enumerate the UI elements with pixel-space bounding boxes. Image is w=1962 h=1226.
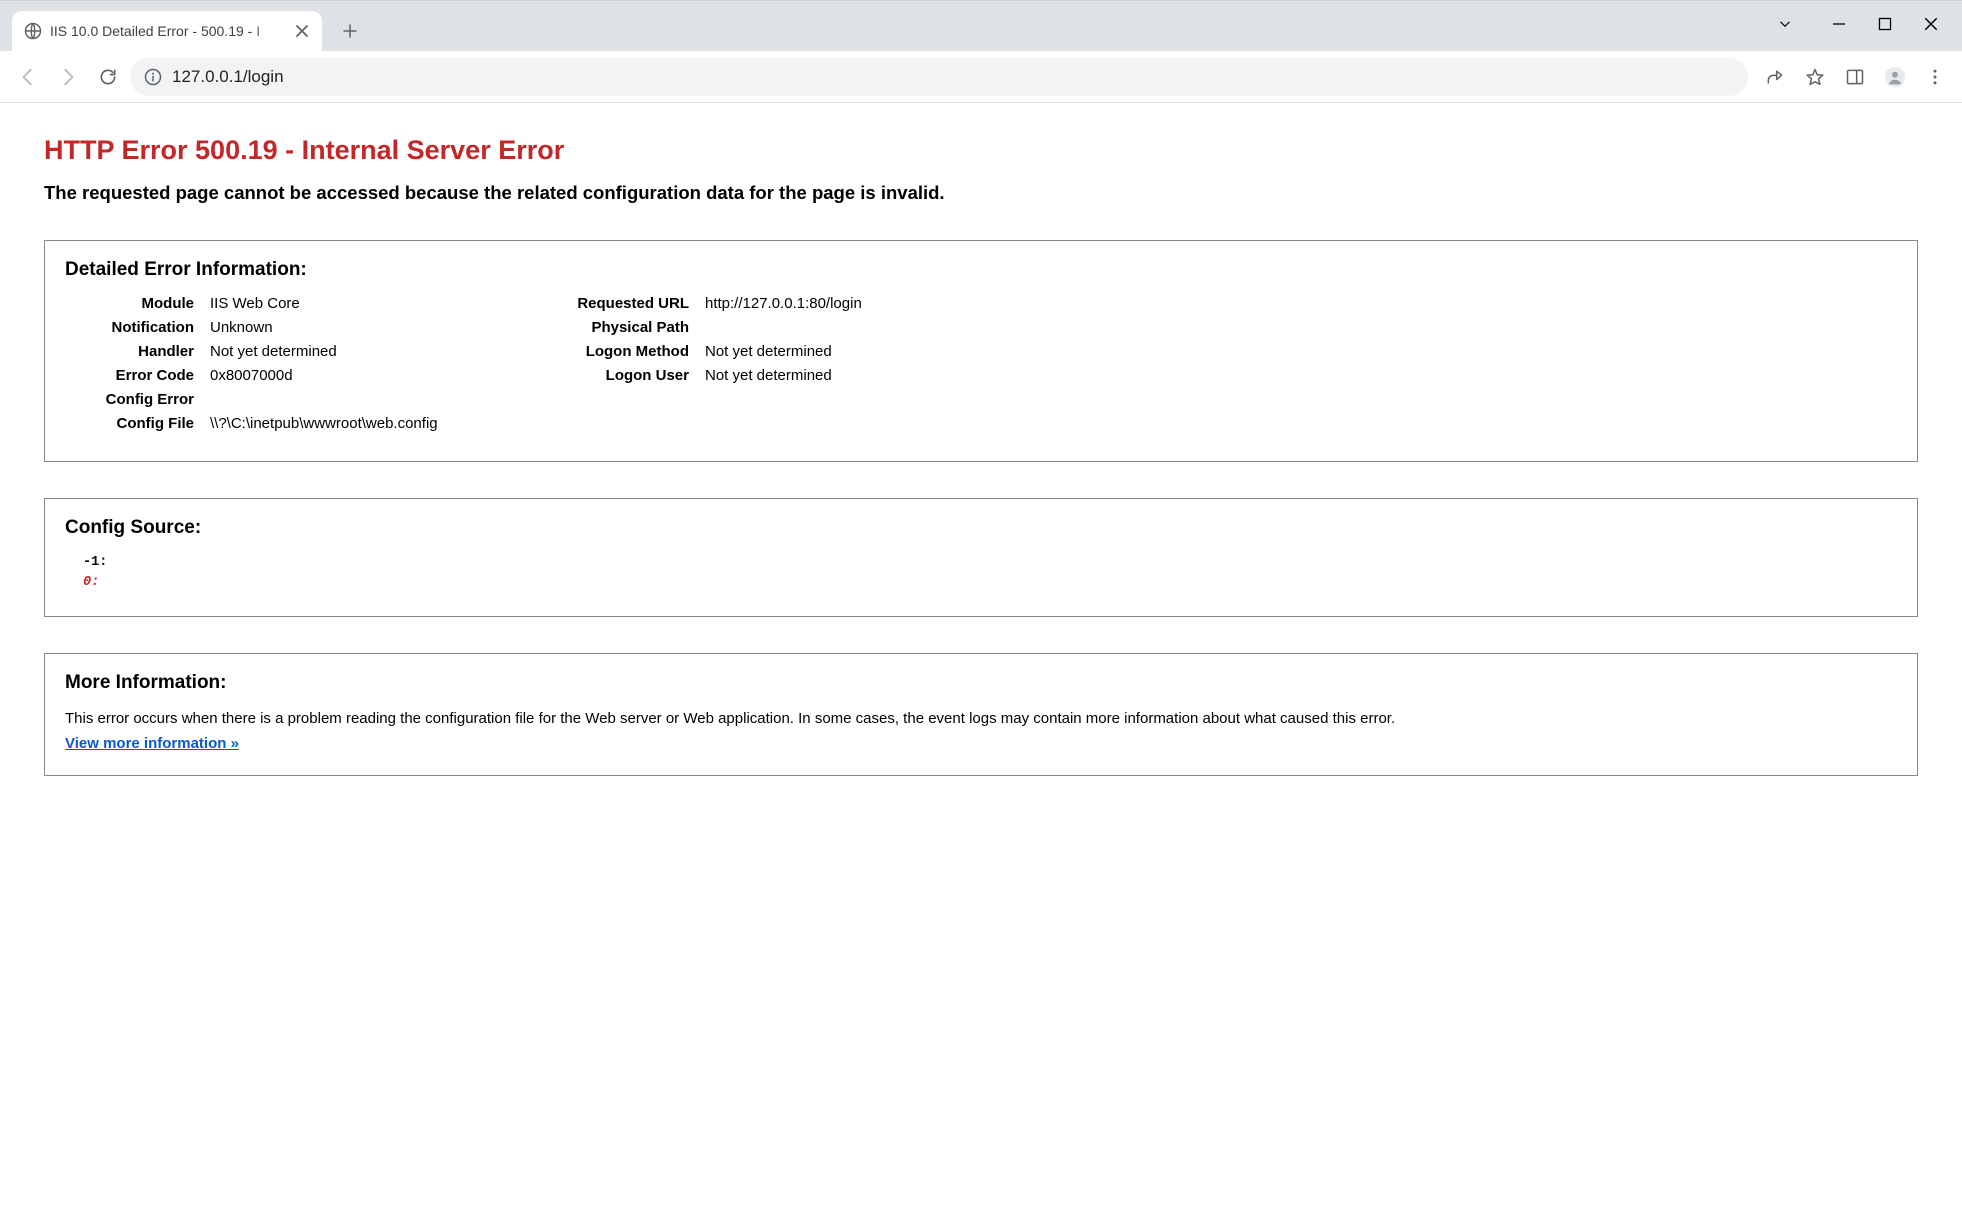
detail-row: Requested URLhttp://127.0.0.1:80/login: [515, 295, 1075, 312]
detail-key: Requested URL: [515, 295, 705, 312]
config-line-1: -1:: [83, 553, 1897, 573]
tab-strip: IIS 10.0 Detailed Error - 500.19 - I: [0, 1, 1962, 51]
address-bar[interactable]: 127.0.0.1/login: [130, 58, 1748, 96]
back-button[interactable]: [10, 59, 46, 95]
more-information-box: More Information: This error occurs when…: [44, 653, 1918, 777]
page-viewport[interactable]: HTTP Error 500.19 - Internal Server Erro…: [0, 103, 1962, 1226]
window-close-button[interactable]: [1922, 15, 1940, 33]
globe-icon: [24, 22, 42, 40]
side-panel-icon[interactable]: [1844, 66, 1866, 88]
detail-row: NotificationUnknown: [65, 319, 515, 336]
detail-key: Config File: [65, 415, 210, 432]
detail-key: Handler: [65, 343, 210, 360]
share-icon[interactable]: [1764, 66, 1786, 88]
detail-value: Not yet determined: [705, 343, 832, 360]
detail-key: Physical Path: [515, 319, 705, 336]
detail-key: Logon User: [515, 367, 705, 384]
error-title: HTTP Error 500.19 - Internal Server Erro…: [44, 135, 1918, 166]
toolbar-actions: [1752, 66, 1952, 88]
detail-row: HandlerNot yet determined: [65, 343, 515, 360]
detail-row: Physical Path: [515, 319, 1075, 336]
browser-toolbar: 127.0.0.1/login: [0, 51, 1962, 103]
tab-close-icon[interactable]: [294, 23, 310, 39]
reload-button[interactable]: [90, 59, 126, 95]
browser-tab[interactable]: IIS 10.0 Detailed Error - 500.19 - I: [12, 11, 322, 51]
config-line-2: 0:: [83, 573, 1897, 593]
window-maximize-button[interactable]: [1876, 15, 1894, 33]
new-tab-button[interactable]: [336, 17, 364, 45]
detail-key: Error Code: [65, 367, 210, 384]
config-source-box: Config Source: -1: 0:: [44, 498, 1918, 617]
window-controls: [1784, 1, 1962, 33]
tab-title: IIS 10.0 Detailed Error - 500.19 - I: [50, 23, 286, 39]
profile-icon[interactable]: [1884, 66, 1906, 88]
more-information-text: This error occurs when there is a proble…: [65, 708, 1897, 730]
more-information-heading: More Information:: [65, 672, 1897, 694]
detail-value: Unknown: [210, 319, 273, 336]
detail-value: IIS Web Core: [210, 295, 300, 312]
detail-row: Config File\\?\C:\inetpub\wwwroot\web.co…: [65, 415, 515, 432]
detail-row: Logon MethodNot yet determined: [515, 343, 1075, 360]
detail-key: Config Error: [65, 391, 210, 408]
detail-value: Not yet determined: [210, 343, 337, 360]
menu-icon[interactable]: [1924, 66, 1946, 88]
detail-key: Logon Method: [515, 343, 705, 360]
config-source-heading: Config Source:: [65, 517, 1897, 539]
tab-overview-button[interactable]: [1776, 15, 1794, 33]
window-minimize-button[interactable]: [1830, 15, 1848, 33]
detail-value: \\?\C:\inetpub\wwwroot\web.config: [210, 415, 438, 432]
error-page: HTTP Error 500.19 - Internal Server Erro…: [0, 103, 1962, 872]
detailed-error-box: Detailed Error Information: ModuleIIS We…: [44, 240, 1918, 462]
detail-value: 0x8007000d: [210, 367, 293, 384]
detail-value: http://127.0.0.1:80/login: [705, 295, 862, 312]
forward-button[interactable]: [50, 59, 86, 95]
config-source-content: -1: 0:: [65, 553, 1897, 594]
browser-chrome: IIS 10.0 Detailed Error - 500.19 - I: [0, 0, 1962, 103]
detail-value: Not yet determined: [705, 367, 832, 384]
details-right-column: Requested URLhttp://127.0.0.1:80/loginPh…: [515, 295, 1075, 439]
detailed-error-heading: Detailed Error Information:: [65, 259, 1897, 281]
site-info-icon[interactable]: [144, 68, 162, 86]
detail-row: Config Error: [65, 391, 515, 408]
detail-key: Notification: [65, 319, 210, 336]
url-text: 127.0.0.1/login: [172, 67, 284, 87]
detail-row: ModuleIIS Web Core: [65, 295, 515, 312]
bookmark-icon[interactable]: [1804, 66, 1826, 88]
detail-row: Error Code0x8007000d: [65, 367, 515, 384]
details-left-column: ModuleIIS Web CoreNotificationUnknownHan…: [65, 295, 515, 439]
detail-row: Logon UserNot yet determined: [515, 367, 1075, 384]
detail-key: Module: [65, 295, 210, 312]
error-subtitle: The requested page cannot be accessed be…: [44, 182, 1918, 204]
view-more-information-link[interactable]: View more information »: [65, 735, 239, 752]
